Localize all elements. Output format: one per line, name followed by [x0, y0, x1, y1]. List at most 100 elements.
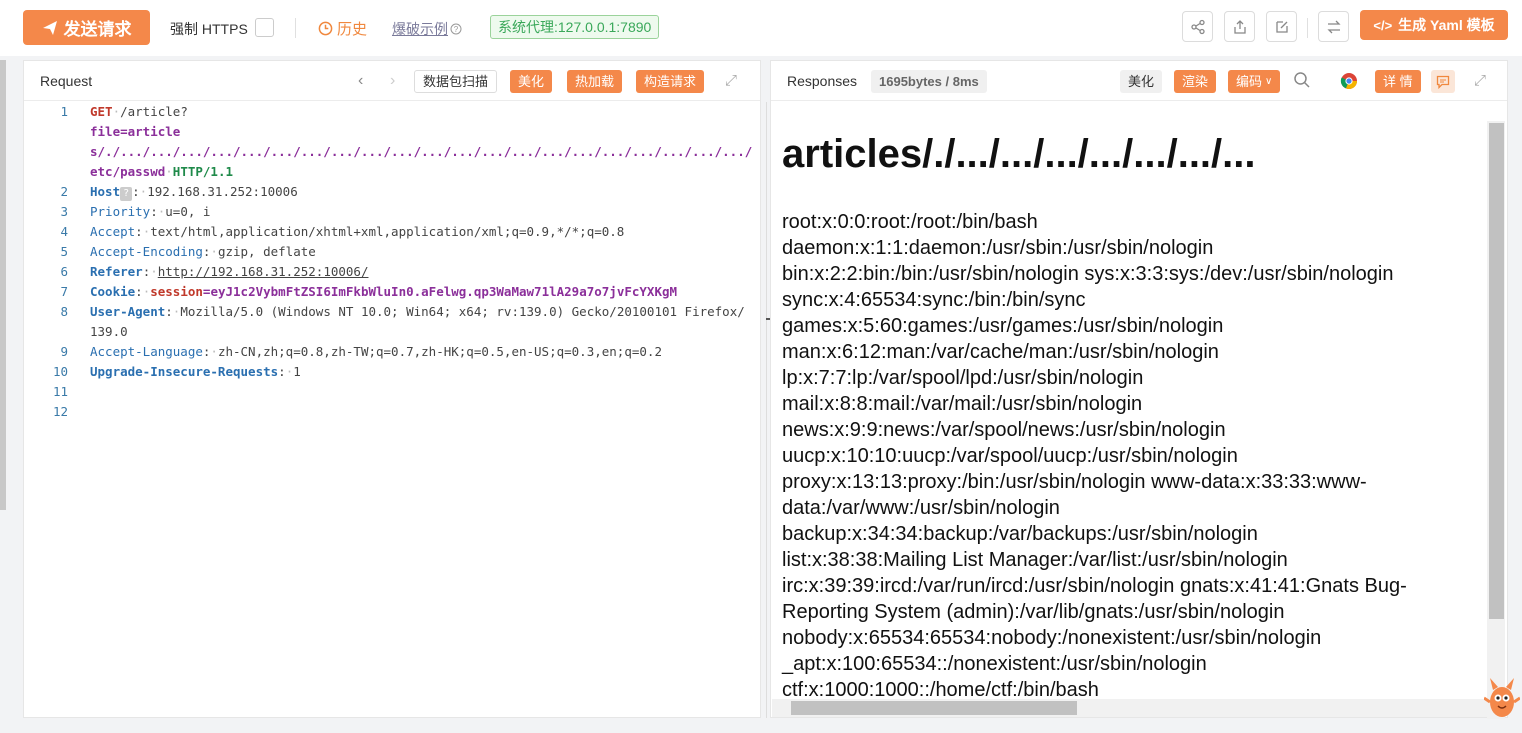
chevron-right-icon[interactable]: ›	[390, 72, 395, 90]
response-line: nobody:x:65534:65534:nobody:/nonexistent…	[782, 627, 1322, 649]
response-vertical-scroll-thumb[interactable]	[1489, 123, 1504, 619]
response-line: man:x:6:12:man:/var/cache/man:/usr/sbin/…	[782, 341, 1219, 363]
code-line: 4 Accept:·text/html,application/xhtml+xm…	[24, 222, 760, 242]
code-line: 9 Accept-Language:·zh-CN,zh;q=0.8,zh-TW;…	[24, 342, 760, 362]
chevron-down-icon: ∨	[1265, 76, 1273, 87]
response-render-view[interactable]: articles/./.../.../.../.../.../.../... r…	[772, 102, 1489, 718]
force-https-checkbox[interactable]	[255, 18, 274, 37]
hot-load-button[interactable]: 热加载	[567, 70, 623, 93]
request-expand-icon[interactable]: ⤢	[725, 72, 737, 89]
line-number: 10	[52, 364, 68, 379]
history-button[interactable]: 历史	[318, 18, 367, 39]
brute-example-label: 爆破示例	[392, 21, 448, 37]
upload-icon	[1233, 19, 1246, 34]
details-button[interactable]: 详 情	[1375, 70, 1421, 93]
share-icon	[1190, 19, 1205, 34]
brute-example-link[interactable]: 爆破示例 ?	[392, 19, 462, 39]
system-proxy-badge[interactable]: 系统代理:127.0.0.1:7890	[490, 15, 660, 39]
request-title: Request	[40, 73, 93, 89]
code-line: 6 Referer:·http://192.168.31.252:10006/	[24, 262, 760, 282]
mascot-icon[interactable]	[1483, 672, 1521, 722]
send-request-label: 发送请求	[63, 20, 132, 39]
response-line: root:x:0:0:root:/root:/bin/bash	[782, 211, 1038, 233]
editor-gutter-line	[766, 102, 767, 718]
response-panel-header: Responses 1695bytes / 8ms 美化 渲染 编码 ∨ 详 情 …	[771, 61, 1507, 101]
header-key: Upgrade-Insecure-Requests	[90, 364, 279, 379]
request-path: /article?	[120, 104, 188, 119]
export-button[interactable]	[1224, 11, 1255, 42]
header-key: Accept-Language	[90, 344, 203, 359]
clock-icon	[318, 21, 333, 36]
generate-yaml-button[interactable]: </> 生成 Yaml 模板	[1360, 10, 1508, 40]
line-number: 1	[60, 104, 68, 119]
host-hint-badge[interactable]: ?	[120, 187, 133, 201]
top-toolbar: 发送请求 强制 HTTPS 历史 爆破示例 ? 系统代理:127.0.0.1:7…	[0, 0, 1522, 56]
code-line: 1 GET·/article? file=articles/./.../.../.…	[24, 102, 760, 182]
response-beautify-button[interactable]: 美化	[1120, 70, 1163, 93]
header-value: gzip, deflate	[217, 244, 316, 259]
request-beautify-button[interactable]: 美化	[510, 70, 553, 93]
response-line: daemon:x:1:1:daemon:/usr/sbin:/usr/sbin/…	[782, 237, 1214, 259]
header-key: User-Agent	[90, 304, 166, 319]
line-number: 11	[52, 384, 68, 399]
request-panel-header: Request ‹ › 数据包扫描 美化 热加载 构造请求 ⤢	[24, 61, 760, 101]
response-line: games:x:5:60:games:/usr/games:/usr/sbin/…	[782, 315, 1224, 337]
header-key: Accept	[90, 224, 136, 239]
header-key: Accept-Encoding	[90, 244, 203, 259]
send-request-button[interactable]: 发送请求	[23, 10, 150, 45]
request-panel: Request ‹ › 数据包扫描 美化 热加载 构造请求 ⤢ 1 GET·/a…	[23, 60, 784, 718]
cookie-value: eyJ1c2VybmFtZSI6ImFkbWluIn0.aFelwg.qp3Wa…	[210, 284, 678, 299]
request-editor[interactable]: 1 GET·/article? file=articles/./.../.../.…	[24, 102, 760, 422]
line-number: 4	[60, 224, 68, 239]
response-line: proxy:x:13:13:proxy:/bin:/usr/sbin/nolog…	[782, 471, 1367, 519]
toolbar-divider	[295, 18, 296, 38]
code-line: 3 Priority:·u=0, i	[24, 202, 760, 222]
encoding-dropdown[interactable]: 编码 ∨	[1228, 70, 1281, 93]
question-circle-icon: ?	[450, 23, 462, 35]
line-number: 7	[60, 284, 68, 299]
header-value: http://192.168.31.252:10006/	[157, 264, 369, 279]
swap-button[interactable]	[1318, 11, 1349, 42]
swap-arrows-icon	[1326, 20, 1341, 33]
construct-request-button[interactable]: 构造请求	[636, 70, 705, 93]
response-line: irc:x:39:39:ircd:/var/run/ircd:/usr/sbin…	[782, 575, 1407, 623]
header-value: text/html,application/xhtml+xml,applicat…	[150, 224, 625, 239]
header-value: 1	[293, 364, 301, 379]
header-value: Mozilla/5.0 (Windows NT 10.0; Win64; x64…	[90, 304, 745, 339]
packet-scan-button[interactable]: 数据包扫描	[414, 70, 498, 93]
response-panel: Responses 1695bytes / 8ms 美化 渲染 编码 ∨ 详 情 …	[770, 60, 1508, 719]
header-key: Priority	[90, 204, 151, 219]
response-body-text: root:x:0:0:root:/root:/bin/bash daemon:x…	[782, 209, 1472, 703]
history-label: 历史	[337, 21, 368, 38]
line-number: 3	[60, 204, 68, 219]
response-line: mail:x:8:8:mail:/var/mail:/usr/sbin/nolo…	[782, 393, 1143, 415]
header-value: zh-CN,zh;q=0.8,zh-TW;q=0.7,zh-HK;q=0.5,e…	[217, 344, 662, 359]
edit-icon	[1275, 20, 1288, 33]
line-number: 9	[60, 344, 68, 359]
response-horizontal-scroll-thumb[interactable]	[791, 701, 1077, 715]
force-https-label: 强制 HTTPS	[170, 21, 248, 37]
chrome-icon[interactable]	[1340, 72, 1358, 95]
render-button[interactable]: 渲染	[1174, 70, 1217, 93]
code-line: 5 Accept-Encoding:·gzip, deflate	[24, 242, 760, 262]
code-line: 8 User-Agent:·Mozilla/5.0 (Windows NT 10…	[24, 302, 760, 342]
response-heading: articles/./.../.../.../.../.../.../...	[782, 132, 1256, 176]
paper-plane-icon	[42, 20, 57, 35]
line-number: 2	[60, 184, 68, 199]
response-expand-icon[interactable]: ⤢	[1474, 72, 1486, 89]
search-icon[interactable]	[1293, 71, 1311, 94]
code-line: 2 Host?:·192.168.31.252:10006	[24, 182, 760, 202]
header-key: Cookie	[90, 284, 136, 299]
response-line: news:x:9:9:news:/var/spool/news:/usr/sbi…	[782, 419, 1226, 441]
line-number: 5	[60, 244, 68, 259]
http-method: GET	[90, 104, 113, 119]
generate-yaml-label: 生成 Yaml 模板	[1398, 17, 1495, 33]
share-button[interactable]	[1182, 11, 1213, 42]
code-line: 11	[24, 382, 760, 402]
chevron-left-icon[interactable]: ‹	[358, 72, 363, 90]
response-line: _apt:x:100:65534::/nonexistent:/usr/sbin…	[782, 653, 1207, 675]
cookie-name: session	[150, 284, 203, 299]
edit-button[interactable]	[1266, 11, 1297, 42]
comment-button[interactable]	[1431, 70, 1455, 93]
line-number: 12	[52, 404, 68, 419]
